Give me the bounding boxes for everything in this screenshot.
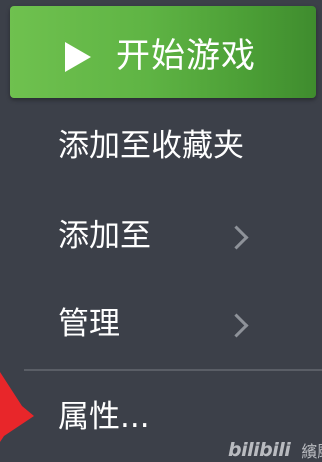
menu-item-add-to-favorites[interactable]: 添加至收藏夹 bbox=[0, 106, 322, 186]
watermark: bilibili 繽颺 bbox=[228, 438, 322, 462]
watermark-text: 繽颺 bbox=[301, 442, 322, 461]
menu-item-label: 管理 bbox=[58, 306, 120, 342]
menu-divider bbox=[24, 369, 322, 371]
play-game-label: 开始游戏 bbox=[116, 36, 256, 76]
context-menu: 开始游戏 添加至收藏夹 添加至 管理 属性... bilibili 繽颺 bbox=[0, 0, 322, 462]
menu-item-add-to[interactable]: 添加至 bbox=[0, 196, 322, 276]
menu-item-label: 属性... bbox=[58, 399, 150, 435]
bilibili-logo: bilibili bbox=[228, 439, 291, 461]
play-icon bbox=[65, 42, 91, 72]
chevron-right-icon bbox=[224, 225, 249, 250]
menu-item-label: 添加至 bbox=[58, 218, 151, 254]
chevron-right-icon bbox=[224, 313, 249, 338]
menu-item-label: 添加至收藏夹 bbox=[58, 128, 244, 164]
play-game-button[interactable]: 开始游戏 bbox=[10, 6, 316, 98]
red-arrow-icon bbox=[0, 372, 34, 442]
menu-item-manage[interactable]: 管理 bbox=[0, 284, 322, 364]
